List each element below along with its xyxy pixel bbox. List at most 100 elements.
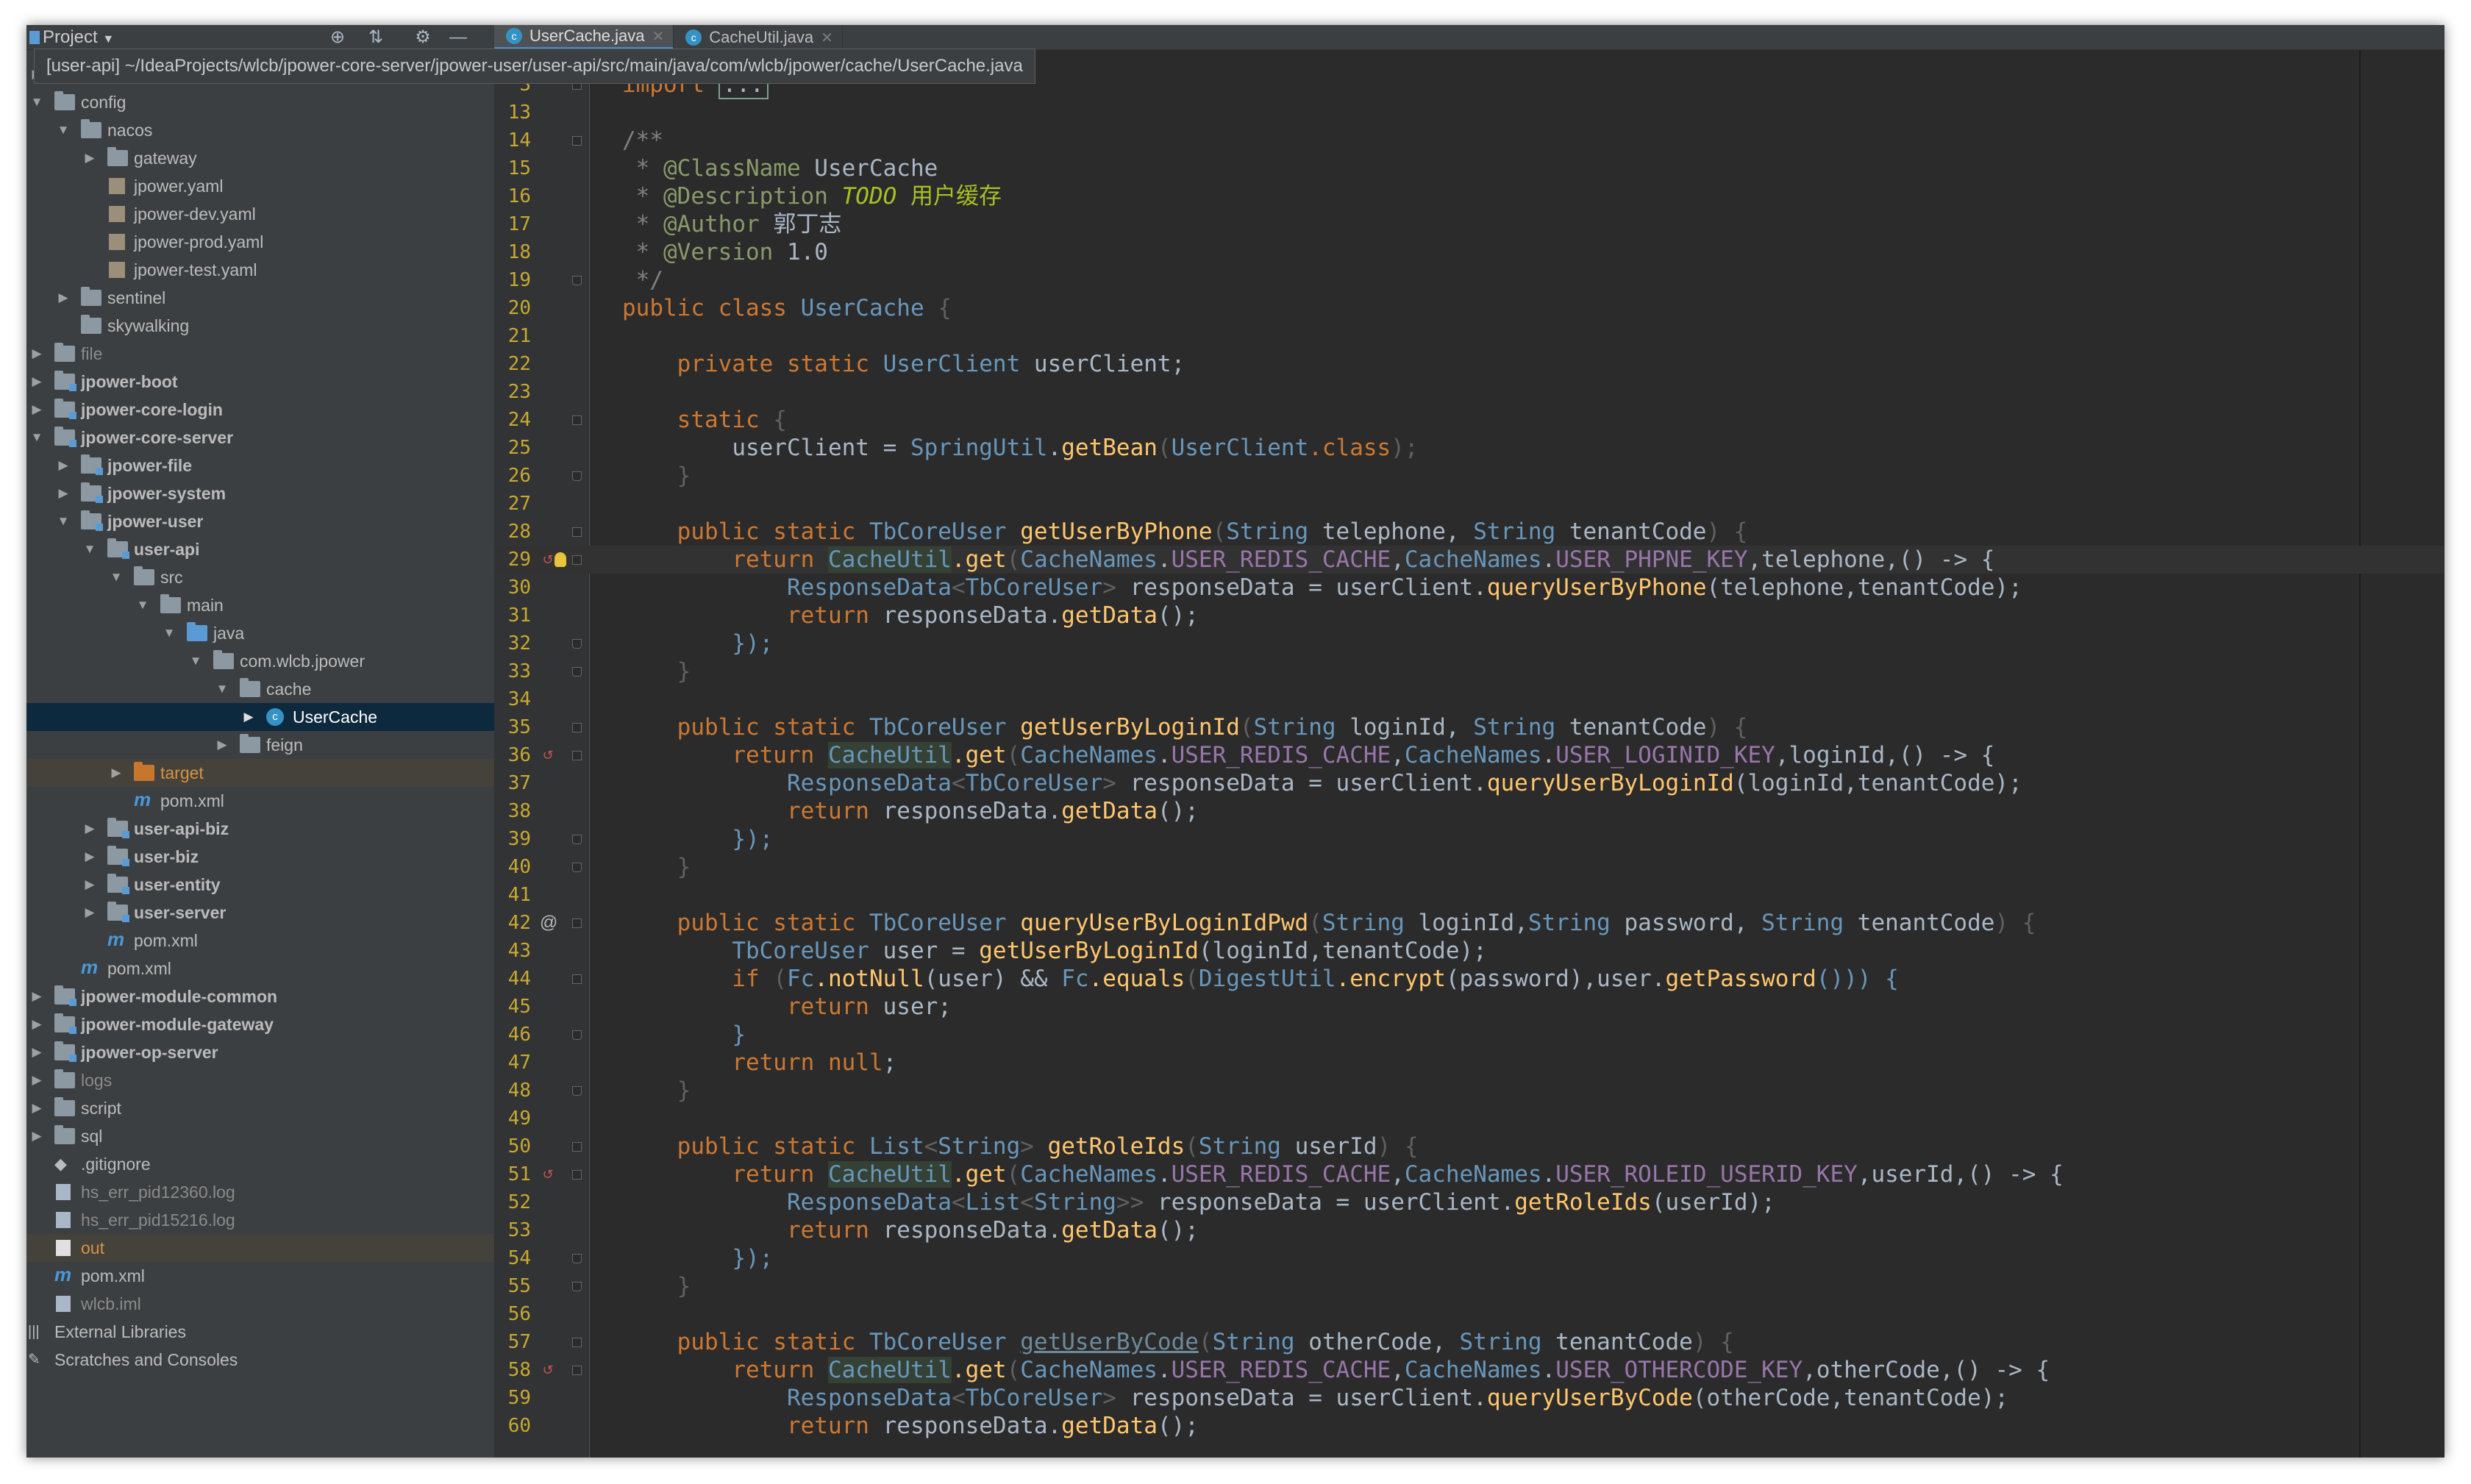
fold-marker[interactable] <box>572 974 582 984</box>
fold-marker[interactable] <box>572 527 582 537</box>
tree-item[interactable]: m pom.xml <box>26 787 494 815</box>
tree-item[interactable]: ▶ gateway <box>26 144 494 172</box>
tree-item-selected[interactable]: ▶ c UserCache <box>26 703 494 731</box>
code-line[interactable]: 16 * @Description TODO 用户缓存 <box>494 182 2445 210</box>
intention-bulb-icon[interactable] <box>555 552 566 567</box>
tree-item[interactable]: m pom.xml <box>26 1262 494 1290</box>
code-line[interactable]: 37 ResponseData<TbCoreUser> responseData… <box>494 769 2445 797</box>
code-line[interactable]: 44 if (Fc.notNull(user) && Fc.equals(Dig… <box>494 965 2445 993</box>
code-line[interactable]: 43 TbCoreUser user = getUserByLoginId(lo… <box>494 937 2445 965</box>
tree-item[interactable]: ▼ user-api <box>26 535 494 563</box>
fold-marker[interactable] <box>572 471 582 481</box>
code-line[interactable]: 51 ↺ return CacheUtil.get(CacheNames.USER… <box>494 1160 2445 1188</box>
tree-item[interactable]: jpower-prod.yaml <box>26 228 494 256</box>
tree-item[interactable]: ▶ jpower-module-gateway <box>26 1010 494 1038</box>
fold-marker[interactable] <box>572 1142 582 1152</box>
code-line[interactable]: 17 * @Author 郭丁志 <box>494 210 2445 238</box>
code-line[interactable]: 39 }); <box>494 825 2445 853</box>
code-line[interactable]: 41 <box>494 881 2445 909</box>
code-line[interactable]: 24 static { <box>494 406 2445 434</box>
tree-item[interactable]: ▶ sql <box>26 1122 494 1150</box>
collapse-all-icon[interactable]: ⇅ <box>365 26 387 49</box>
code-line[interactable]: 60 return responseData.getData(); <box>494 1412 2445 1440</box>
tree-item[interactable]: ▶ user-api-biz <box>26 815 494 843</box>
tree-item[interactable]: ▶ jpower-system <box>26 479 494 507</box>
fold-marker[interactable] <box>572 639 582 649</box>
code-line[interactable]: 57 public static TbCoreUser getUserByCod… <box>494 1328 2445 1356</box>
code-line[interactable]: 28 public static TbCoreUser getUserByPho… <box>494 518 2445 546</box>
code-line[interactable]: 38 return responseData.getData(); <box>494 797 2445 825</box>
tree-item[interactable]: ▼ src <box>26 563 494 591</box>
code-line[interactable]: 48 } <box>494 1077 2445 1105</box>
code-line[interactable]: 26 } <box>494 462 2445 490</box>
tree-item[interactable]: ||| External Libraries <box>26 1318 494 1346</box>
locate-icon[interactable]: ⊕ <box>327 26 349 49</box>
tree-item[interactable]: ▶ jpower-file <box>26 452 494 479</box>
fold-marker[interactable] <box>572 863 582 872</box>
tree-item[interactable]: jpower-test.yaml <box>26 256 494 284</box>
code-line[interactable]: 19 */ <box>494 266 2445 294</box>
fold-marker[interactable] <box>572 1170 582 1180</box>
fold-marker[interactable] <box>572 751 582 760</box>
code-line[interactable]: 23 <box>494 378 2445 406</box>
code-line[interactable]: 34 <box>494 685 2445 713</box>
tree-item[interactable]: ▶ jpower-core-login <box>26 396 494 424</box>
close-icon[interactable]: ✕ <box>652 27 665 46</box>
tree-item[interactable]: ✎ Scratches and Consoles <box>26 1346 494 1374</box>
tree-item[interactable]: ▶ user-server <box>26 899 494 927</box>
tree-item[interactable]: ◆ .gitignore <box>26 1150 494 1178</box>
tree-item[interactable]: jpower-dev.yaml <box>26 200 494 228</box>
code-line[interactable]: 21 <box>494 322 2445 350</box>
tree-item[interactable]: ▶ user-entity <box>26 871 494 899</box>
code-line[interactable]: 52 ResponseData<List<String>> responseDa… <box>494 1188 2445 1216</box>
minimize-icon[interactable]: — <box>447 26 469 49</box>
code-line[interactable]: 32 }); <box>494 629 2445 657</box>
code-line-current[interactable]: 29 ↺ return CacheUtil.get(CacheNames.USER… <box>494 546 2445 574</box>
fold-marker[interactable] <box>572 918 582 928</box>
tree-item[interactable]: ▶ sentinel <box>26 284 494 312</box>
code-line[interactable]: 36 ↺ return CacheUtil.get(CacheNames.USER… <box>494 741 2445 769</box>
tree-item[interactable]: ▶ jpower-module-common <box>26 982 494 1010</box>
fold-marker[interactable] <box>572 835 582 844</box>
fold-marker[interactable] <box>572 1254 582 1263</box>
code-line[interactable]: 40 } <box>494 853 2445 881</box>
tree-item[interactable]: m pom.xml <box>26 955 494 982</box>
tree-item[interactable]: out <box>26 1234 494 1262</box>
tree-item[interactable]: ▼ nacos <box>26 116 494 144</box>
code-line[interactable]: 13 <box>494 99 2445 126</box>
code-line[interactable]: 30 ResponseData<TbCoreUser> responseData… <box>494 574 2445 602</box>
code-line[interactable]: 25 userClient = SpringUtil.getBean(UserC… <box>494 434 2445 462</box>
fold-marker[interactable] <box>572 723 582 732</box>
tree-item[interactable]: skywalking <box>26 312 494 340</box>
gear-icon[interactable]: ⚙ <box>412 26 434 49</box>
tree-item[interactable]: jpower.yaml <box>26 172 494 200</box>
tree-item[interactable]: ▶ script <box>26 1094 494 1122</box>
code-line[interactable]: 35 public static TbCoreUser getUserByLog… <box>494 713 2445 741</box>
tree-item[interactable]: ▶ jpower-op-server <box>26 1038 494 1066</box>
fold-marker[interactable] <box>572 276 582 285</box>
code-line[interactable]: 15 * @ClassName UserCache <box>494 154 2445 182</box>
code-line[interactable]: 53 return responseData.getData(); <box>494 1216 2445 1244</box>
tree-item[interactable]: ▶ logs <box>26 1066 494 1094</box>
fold-marker[interactable] <box>572 667 582 677</box>
tree-item[interactable]: ▼ jpower-user <box>26 507 494 535</box>
tree-item[interactable]: ▼ com.wlcb.jpower <box>26 647 494 675</box>
fold-marker[interactable] <box>572 1030 582 1040</box>
code-line[interactable]: 45 return user; <box>494 993 2445 1021</box>
tree-item[interactable]: ▼ main <box>26 591 494 619</box>
fold-marker[interactable] <box>572 1338 582 1347</box>
tree-item[interactable]: m pom.xml <box>26 927 494 955</box>
tab-usercache[interactable]: c UserCache.java ✕ <box>494 25 674 50</box>
code-line[interactable]: 58 ↺ return CacheUtil.get(CacheNames.USER… <box>494 1356 2445 1384</box>
code-line[interactable]: 42 @ public static TbCoreUser queryUserBy… <box>494 909 2445 937</box>
fold-marker[interactable] <box>572 1282 582 1291</box>
tree-item[interactable]: hs_err_pid12360.log <box>26 1178 494 1206</box>
code-line[interactable]: 31 return userClient.responseData.getDat… <box>494 602 2445 629</box>
code-line[interactable]: 46 } <box>494 1021 2445 1049</box>
tree-item[interactable]: ▼ jpower-core-server <box>26 424 494 452</box>
tree-item[interactable]: ▼ cache <box>26 675 494 703</box>
tree-item[interactable]: ▶ feign <box>26 731 494 759</box>
code-line[interactable]: 56 <box>494 1300 2445 1328</box>
tree-item[interactable]: ▶ target <box>26 759 494 787</box>
code-line[interactable]: 55 } <box>494 1272 2445 1300</box>
